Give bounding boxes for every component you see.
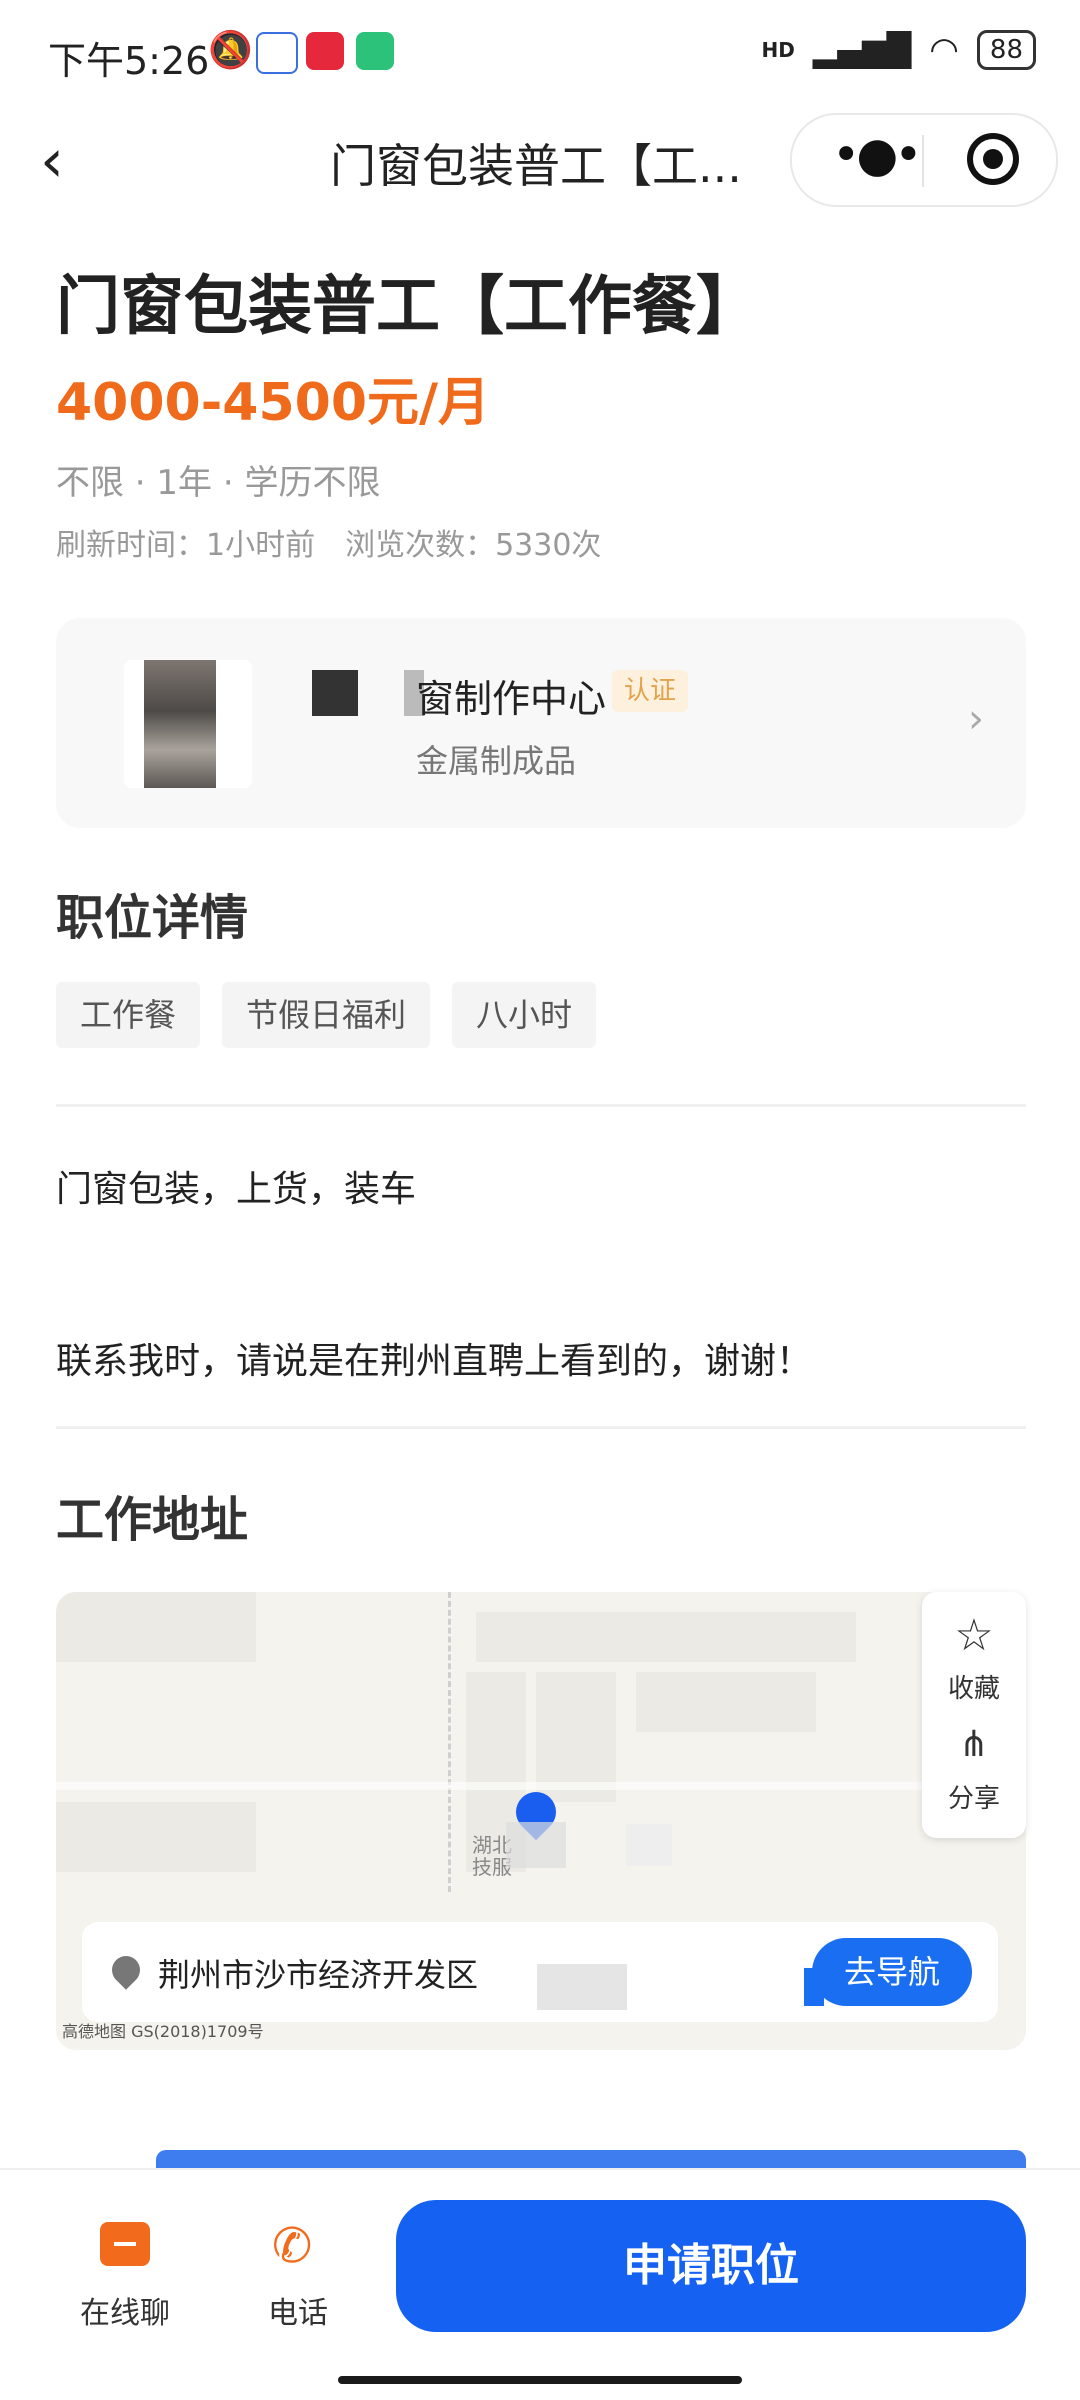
star-icon[interactable]: ☆ [952,1610,996,1661]
capsule-divider [922,135,924,187]
redacted-block [506,1822,566,1868]
target-icon[interactable] [967,133,1019,185]
signal-icon: ▂▄▆█ [812,31,912,69]
status-right: HD ▂▄▆█ ◠ 88 [761,30,1036,70]
map-block [636,1672,816,1732]
company-card[interactable]: 窗制作中心 认证 金属制成品 › [56,618,1026,828]
benefit-tag: 节假日福利 [222,982,431,1048]
collect-label[interactable]: 收藏 [922,1668,1026,1705]
company-logo [124,660,252,788]
nav-bar: ‹ 门窗包装普工【工... •●• [0,105,1080,215]
navigate-button[interactable]: 去导航 [812,1938,972,2006]
nav-title: 门窗包装普工【工... [330,139,742,193]
company-name: 窗制作中心 [416,677,607,721]
map-path [448,1592,451,1892]
divider [56,1426,1026,1429]
phone-label[interactable]: 电话 [268,2288,328,2332]
redacted-block [537,1964,627,2010]
company-industry: 金属制成品 [416,742,577,780]
redacted-block [626,1824,672,1866]
redacted-block [312,670,358,716]
xiaohongshu-app-icon [306,32,344,70]
map-action-panel: ☆ 收藏 ⋔ 分享 [922,1592,1026,1838]
divider [56,1104,1026,1107]
bottom-action-bar: 在线聊 ✆ 电话 申请职位 [0,2168,1080,2360]
address-text: 荆州市沙市经济开发区 [158,1956,479,1994]
chevron-right-icon: › [968,696,984,742]
chat-icon[interactable] [100,2222,150,2266]
baidu-app-icon [256,32,298,74]
details-section-title: 职位详情 [56,890,249,946]
mini-program-capsule: •●• [790,113,1058,207]
chat-label[interactable]: 在线聊 [80,2288,170,2332]
location-pin-icon [106,1950,146,1990]
map-block [476,1612,856,1662]
company-logo-image [144,660,216,788]
map-road [56,1782,1026,1790]
share-icon[interactable]: ⋔ [952,1724,996,1765]
wifi-icon: ◠ [929,30,959,70]
apply-button[interactable]: 申请职位 [396,2200,1026,2332]
address-section-title: 工作地址 [56,1492,249,1548]
charging-app-icon [356,32,394,70]
job-title: 门窗包装普工【工作餐】 [56,270,760,344]
job-requirements: 不限 · 1年 · 学历不限 [56,463,381,503]
status-time: 下午5:26 [48,39,210,83]
hd-signal-icon: HD [761,38,795,62]
job-stats: 刷新时间：1小时前 浏览次数：5330次 [56,528,602,563]
notification-muted-icon: 🔕 [208,30,253,71]
phone-icon[interactable]: ✆ [272,2218,312,2274]
more-dots-icon[interactable]: •●• [832,127,922,183]
job-salary: 4000-4500元/月 [56,373,491,433]
verified-badge: 认证 [612,670,689,712]
home-indicator [338,2376,742,2384]
battery-level: 88 [976,30,1036,70]
benefit-tag: 工作餐 [56,982,201,1048]
map-block [56,1592,256,1662]
share-label[interactable]: 分享 [922,1778,1026,1815]
map-credit: 高德地图 GS(2018)1709号 [62,2022,264,2041]
job-description: 门窗包装，上货，装车 [56,1169,417,1210]
back-chevron-icon[interactable]: ‹ [40,131,80,191]
map-block [56,1802,256,1872]
contact-note: 联系我时，请说是在荆州直聘上看到的，谢谢！ [56,1341,813,1382]
address-bar: 荆州市沙市经济开发区 去导航 [82,1922,998,2022]
benefit-tag: 八小时 [452,982,597,1048]
status-bar: 下午5:26 🔕 HD ▂▄▆█ ◠ 88 [0,0,1080,105]
